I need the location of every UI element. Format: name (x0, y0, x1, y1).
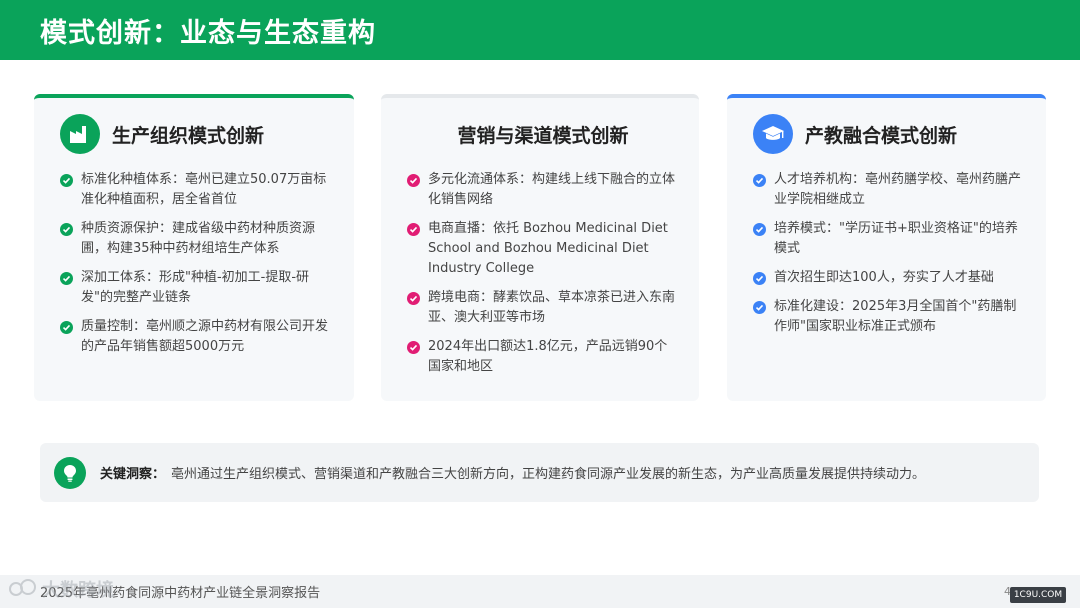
factory-icon (60, 114, 100, 154)
header-bar: 模式创新：业态与生态重构 (0, 0, 1080, 60)
item-text: 多元化流通体系：构建线上线下融合的立体化销售网络 (428, 172, 676, 207)
item-list: 人才培养机构：亳州药膳学校、亳州药膳产业学院相继成立 培养模式："学历证书+职业… (753, 170, 1026, 337)
page-title: 模式创新：业态与生态重构 (40, 17, 376, 49)
check-icon (407, 223, 420, 236)
insight-label: 关键洞察： (100, 467, 166, 482)
insight-box: 关键洞察： 亳州通过生产组织模式、营销渠道和产教融合三大创新方向，正构建药食同源… (40, 443, 1039, 502)
check-icon (753, 272, 766, 285)
item-text: 2024年出口额达1.8亿元，产品远销90个国家和地区 (428, 339, 668, 374)
lightbulb-icon (54, 456, 86, 489)
insight-text: 亳州通过生产组织模式、营销渠道和产教融合三大创新方向，正构建药食同源产业发展的新… (171, 467, 926, 482)
card-title: 生产组织模式创新 (112, 124, 265, 147)
list-item: 2024年出口额达1.8亿元，产品远销90个国家和地区 (407, 337, 679, 377)
card-header: 产教融合模式创新 (753, 98, 1026, 170)
item-text: 跨境电商：酵素饮品、草本凉茶已进入东南亚、澳大利亚等市场 (428, 290, 676, 325)
check-icon (407, 174, 420, 187)
card-marketing: 营销与渠道模式创新 多元化流通体系：构建线上线下融合的立体化销售网络 电商直播：… (381, 94, 699, 401)
check-icon (60, 321, 73, 334)
item-list: 标准化种植体系：亳州已建立50.07万亩标准化种植面积，居全省首位 种质资源保护… (60, 170, 334, 357)
check-icon (753, 301, 766, 314)
check-icon (753, 223, 766, 236)
list-item: 跨境电商：酵素饮品、草本凉茶已进入东南亚、澳大利亚等市场 (407, 288, 679, 328)
item-text: 人才培养机构：亳州药膳学校、亳州药膳产业学院相继成立 (774, 172, 1022, 207)
check-icon (407, 341, 420, 354)
list-item: 电商直播：依托 Bozhou Medicinal Diet School and… (407, 219, 679, 279)
list-item: 首次招生即达100人，夯实了人才基础 (753, 268, 1026, 288)
item-text: 种质资源保护：建成省级中药材种质资源圃，构建35种中药材组培生产体系 (81, 221, 316, 256)
check-icon (753, 174, 766, 187)
card-header: 营销与渠道模式创新 (407, 98, 679, 170)
list-item: 培养模式："学历证书+职业资格证"的培养模式 (753, 219, 1026, 259)
card-education: 产教融合模式创新 人才培养机构：亳州药膳学校、亳州药膳产业学院相继成立 培养模式… (727, 94, 1046, 401)
item-text: 质量控制：亳州顺之源中药材有限公司开发的产品年销售额超5000万元 (81, 319, 329, 354)
watermark: 大数跨境 (8, 575, 114, 603)
item-text: 标准化建设：2025年3月全国首个"药膳制作师"国家职业标准正式颁布 (774, 299, 1017, 334)
item-text: 首次招生即达100人，夯实了人才基础 (774, 270, 994, 285)
check-icon (60, 223, 73, 236)
graduation-cap-icon (753, 114, 793, 154)
card-title: 产教融合模式创新 (805, 124, 958, 147)
watermark-text: 大数跨境 (42, 580, 114, 601)
card-production: 生产组织模式创新 标准化种植体系：亳州已建立50.07万亩标准化种植面积，居全省… (34, 94, 354, 401)
list-item: 标准化建设：2025年3月全国首个"药膳制作师"国家职业标准正式颁布 (753, 297, 1026, 337)
watermark-logo-icon (9, 579, 36, 596)
item-text: 培养模式："学历证书+职业资格证"的培养模式 (774, 221, 1018, 256)
card-header: 生产组织模式创新 (60, 98, 334, 170)
list-item: 人才培养机构：亳州药膳学校、亳州药膳产业学院相继成立 (753, 170, 1026, 210)
item-list: 多元化流通体系：构建线上线下融合的立体化销售网络 电商直播：依托 Bozhou … (407, 170, 679, 377)
list-item: 深加工体系：形成"种植-初加工-提取-研发"的完整产业链条 (60, 268, 334, 308)
check-icon (60, 174, 73, 187)
list-item: 质量控制：亳州顺之源中药材有限公司开发的产品年销售额超5000万元 (60, 317, 334, 357)
footer-bar: 2025年亳州药食同源中药材产业链全景洞察报告 (0, 575, 1080, 608)
list-item: 多元化流通体系：构建线上线下融合的立体化销售网络 (407, 170, 679, 210)
item-text: 电商直播：依托 Bozhou Medicinal Diet School and… (428, 221, 668, 276)
site-badge: 1C9U.COM (1010, 587, 1066, 603)
item-text: 标准化种植体系：亳州已建立50.07万亩标准化种植面积，居全省首位 (81, 172, 327, 207)
check-icon (60, 272, 73, 285)
check-icon (407, 292, 420, 305)
list-item: 标准化种植体系：亳州已建立50.07万亩标准化种植面积，居全省首位 (60, 170, 334, 210)
list-item: 种质资源保护：建成省级中药材种质资源圃，构建35种中药材组培生产体系 (60, 219, 334, 259)
item-text: 深加工体系：形成"种植-初加工-提取-研发"的完整产业链条 (81, 270, 310, 305)
card-title: 营销与渠道模式创新 (457, 124, 629, 147)
